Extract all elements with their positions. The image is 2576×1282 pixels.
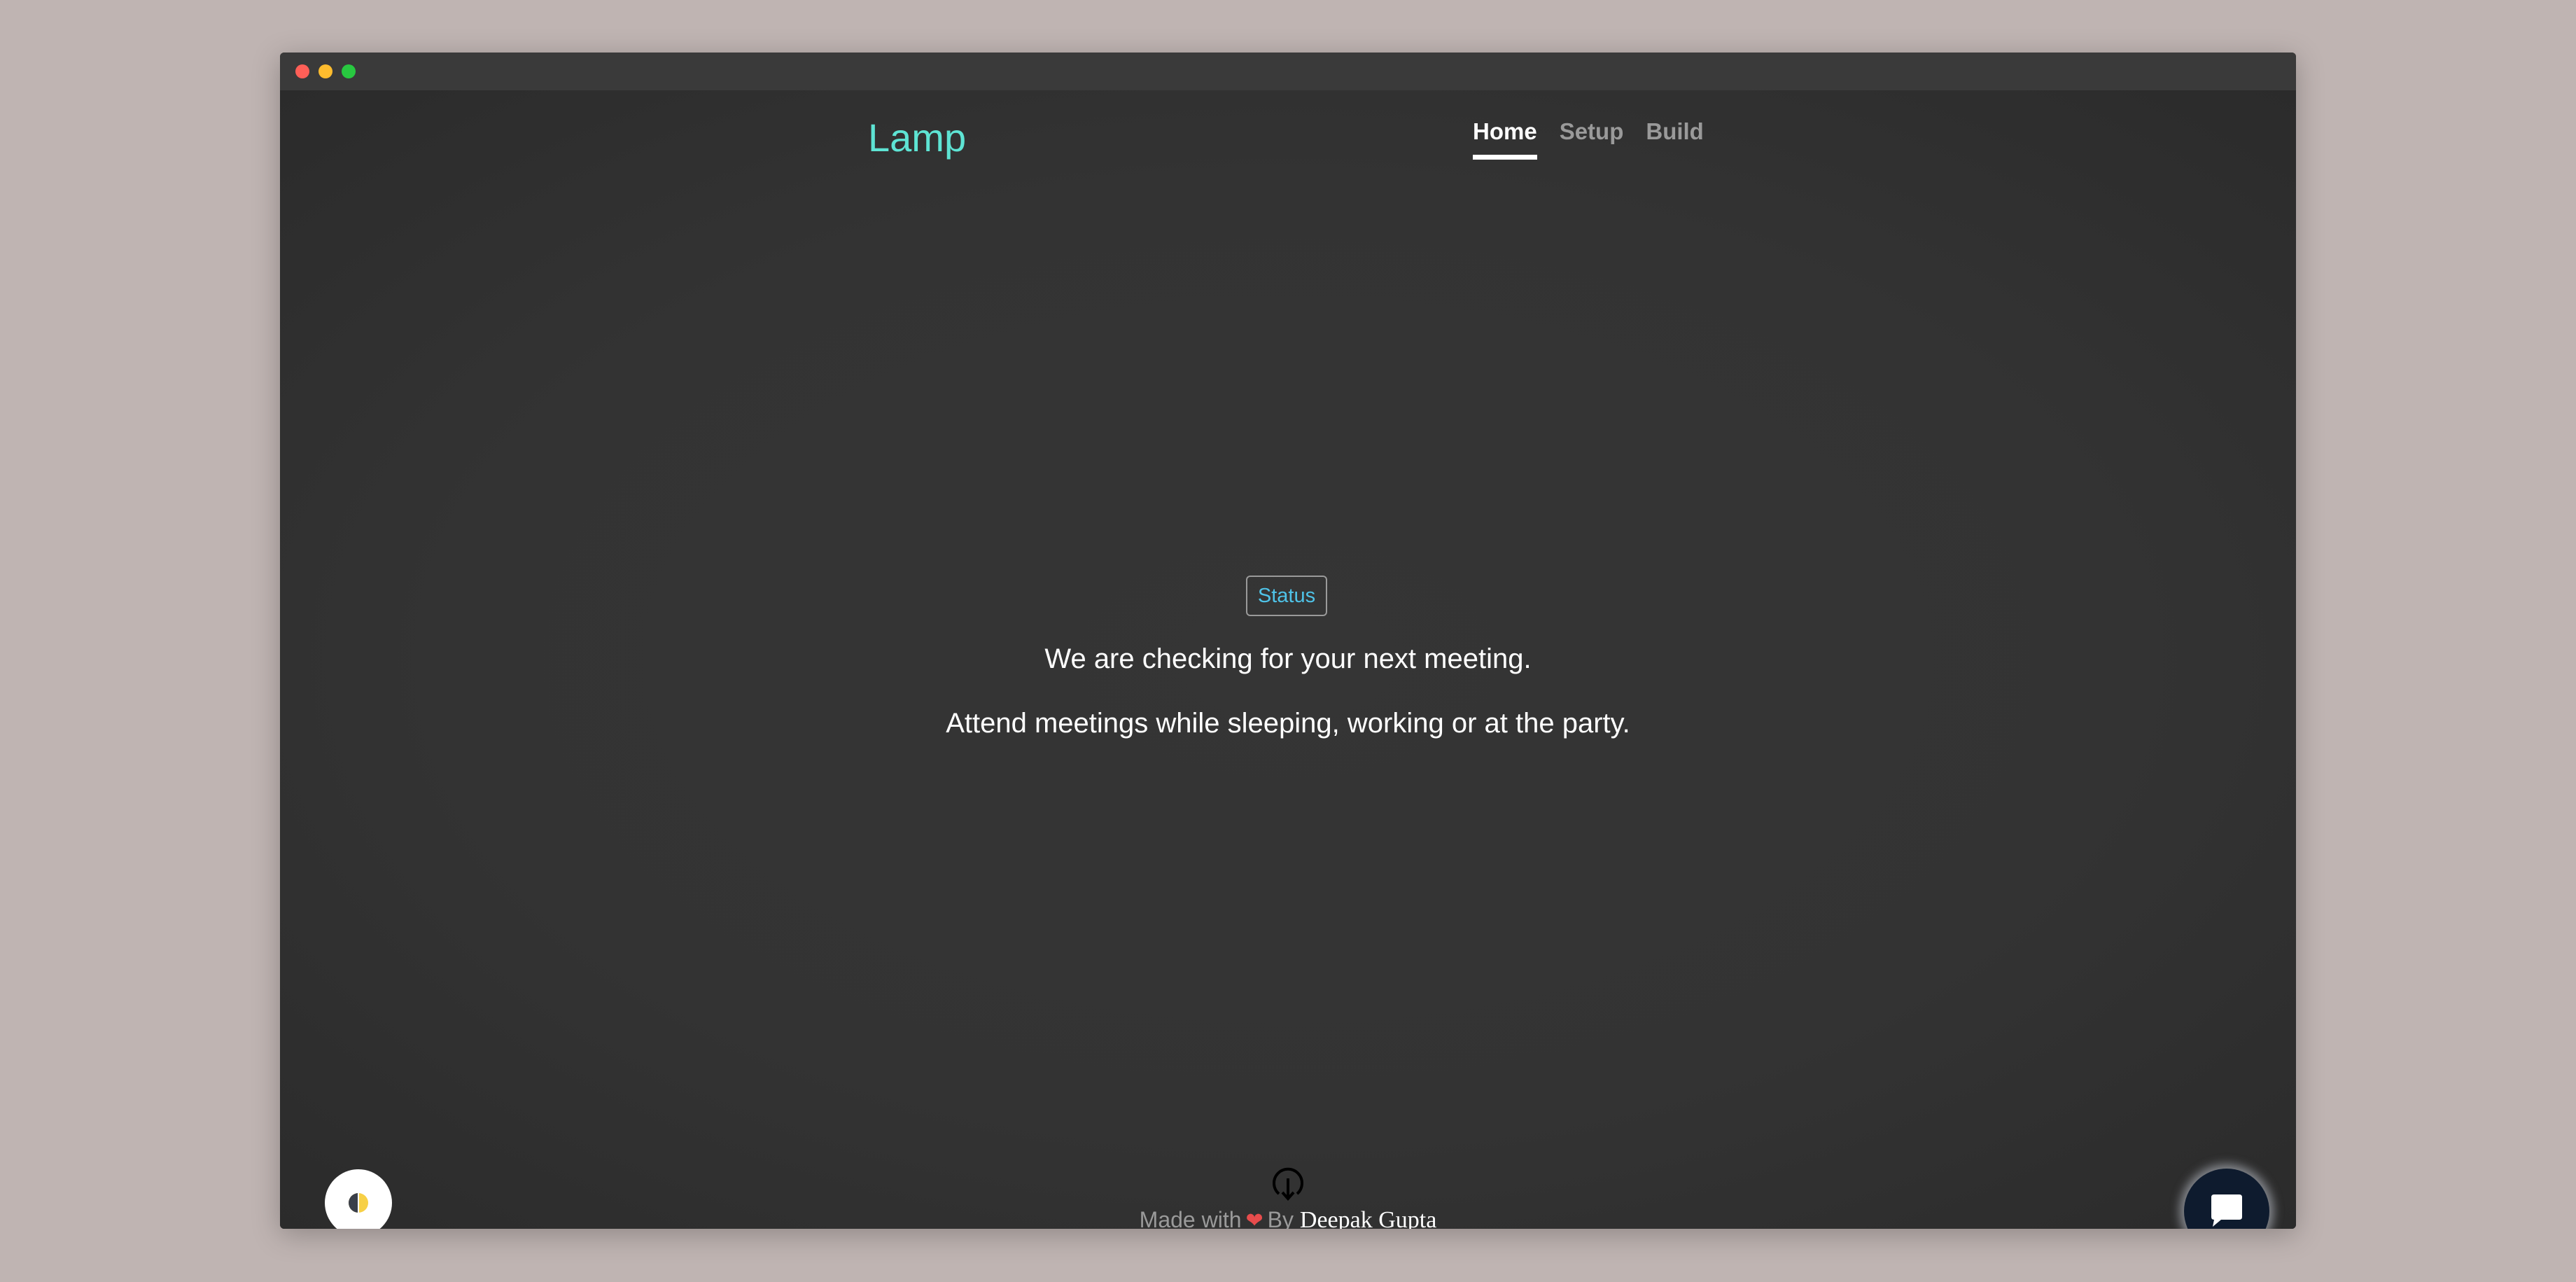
half-moon-icon bbox=[349, 1193, 368, 1213]
status-badge: Status bbox=[1246, 576, 1327, 616]
site-logo[interactable]: Lamp bbox=[868, 115, 966, 160]
heart-icon: ❤ bbox=[1245, 1209, 1264, 1229]
tagline: Attend meetings while sleeping, working … bbox=[946, 708, 1630, 739]
browser-window: Lamp Home Setup Build Status We are chec… bbox=[280, 53, 2296, 1229]
page-content: Lamp Home Setup Build Status We are chec… bbox=[280, 90, 2296, 1229]
chat-button[interactable] bbox=[2184, 1169, 2269, 1229]
theme-toggle-button[interactable] bbox=[325, 1169, 392, 1229]
nav-item-build[interactable]: Build bbox=[1646, 118, 1703, 160]
nav-item-home[interactable]: Home bbox=[1473, 118, 1537, 160]
by-text: By bbox=[1267, 1207, 1294, 1229]
meeting-check-message: We are checking for your next meeting. bbox=[1044, 643, 1532, 674]
close-window-button[interactable] bbox=[295, 64, 309, 78]
download-arrow-icon[interactable] bbox=[1270, 1166, 1306, 1202]
main-nav: Home Setup Build bbox=[1473, 118, 1704, 160]
chat-bubble-icon bbox=[2211, 1194, 2242, 1227]
window-titlebar bbox=[280, 53, 2296, 90]
maximize-window-button[interactable] bbox=[342, 64, 356, 78]
minimize-window-button[interactable] bbox=[318, 64, 332, 78]
made-with-text: Made with bbox=[1139, 1207, 1242, 1229]
footer-credit: Made with ❤ By Deepak Gupta bbox=[280, 1207, 2296, 1229]
author-link[interactable]: Deepak Gupta bbox=[1300, 1207, 1436, 1229]
nav-item-setup[interactable]: Setup bbox=[1560, 118, 1624, 160]
